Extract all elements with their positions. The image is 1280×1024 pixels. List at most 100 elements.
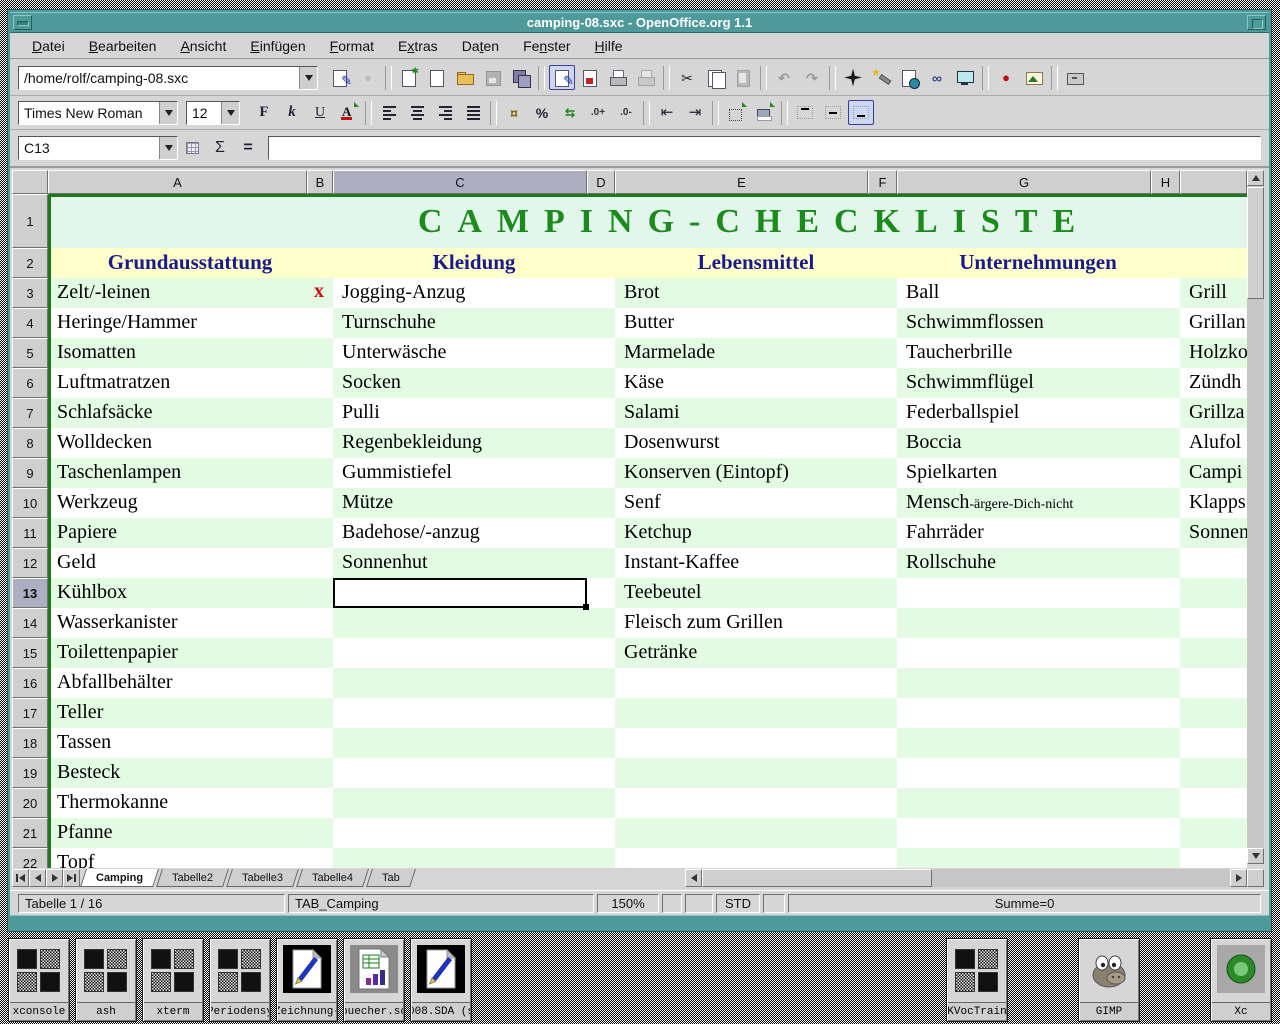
bold-button[interactable]: F — [251, 100, 277, 125]
cell-E22[interactable] — [615, 848, 897, 868]
status-insert-mode[interactable]: STD — [716, 894, 760, 913]
cell-E18[interactable] — [615, 728, 897, 758]
row-header-14[interactable]: 14 — [12, 608, 48, 638]
desktop-icon-xc[interactable]: Xc — [1210, 938, 1272, 1022]
function-wizard-button[interactable] — [179, 136, 205, 161]
cell-C16[interactable] — [333, 668, 615, 698]
vertical-scrollbar[interactable] — [1247, 170, 1264, 864]
cell-I20[interactable] — [1180, 788, 1247, 818]
edit-file-button[interactable] — [549, 65, 575, 90]
row-header-20[interactable]: 20 — [12, 788, 48, 818]
cell-G18[interactable] — [897, 728, 1180, 758]
delete-decimal-place-button[interactable]: .0- — [613, 100, 639, 125]
cell-I12[interactable] — [1180, 548, 1247, 578]
column-header-G[interactable]: G — [897, 170, 1151, 194]
cell-C8[interactable]: Regenbekleidung — [333, 428, 615, 458]
cell-G14[interactable] — [897, 608, 1180, 638]
cell-G6[interactable]: Schwimmflügel — [897, 368, 1180, 398]
desktop-icon-xterm[interactable]: xterm — [142, 938, 204, 1022]
underline-button[interactable]: U — [307, 100, 333, 125]
sheet-tab-tabelle4[interactable]: Tabelle4 — [296, 869, 369, 887]
menu-item-hilfe[interactable]: Hilfe — [583, 35, 635, 57]
row-header-1[interactable]: 1 — [12, 194, 48, 248]
number-format-percent-button[interactable]: % — [529, 100, 555, 125]
desktop-icon-xconsole[interactable]: xconsole — [8, 938, 70, 1022]
sheet-tab-camping[interactable]: Camping — [80, 869, 159, 887]
menu-item-datei[interactable]: Datei — [20, 35, 77, 57]
cell-I16[interactable] — [1180, 668, 1247, 698]
column-header-partial[interactable] — [1180, 170, 1247, 194]
gallery-button[interactable] — [1021, 65, 1047, 90]
window-menu-icon[interactable] — [13, 15, 32, 30]
data-sources-button[interactable] — [1062, 65, 1088, 90]
edit-document-button[interactable] — [327, 65, 353, 90]
cell-G10[interactable]: Mensch-ärgere-Dich-nicht — [897, 488, 1180, 518]
cell-A18[interactable]: Tassen — [48, 728, 333, 758]
selected-cell-C13[interactable] — [333, 578, 587, 608]
cell-I5[interactable]: Holzko — [1180, 338, 1247, 368]
sheet-nav-first-button[interactable] — [12, 869, 29, 887]
cell-A14[interactable]: Wasserkanister — [48, 608, 333, 638]
menu-item-daten[interactable]: Daten — [450, 35, 511, 57]
cell-C21[interactable] — [333, 818, 615, 848]
row-header-7[interactable]: 7 — [12, 398, 48, 428]
row-header-13[interactable]: 13 — [12, 578, 48, 608]
font-name-dropdown-icon[interactable] — [159, 102, 177, 124]
cell-G20[interactable] — [897, 788, 1180, 818]
url-combobox[interactable]: /home/rolf/camping-08.sxc — [18, 66, 318, 90]
spreadsheet-grid[interactable]: ABCDEFGH12345678910111213141516171819202… — [12, 170, 1264, 868]
desktop-icon-buecher-sc[interactable]: buecher.sc — [343, 938, 405, 1022]
stop-loading-button[interactable]: ● — [355, 65, 381, 90]
cell-C22[interactable] — [333, 848, 615, 868]
cell-A12[interactable]: Geld — [48, 548, 333, 578]
print-document-button[interactable] — [605, 65, 631, 90]
status-zoom-level[interactable]: 150% — [597, 894, 659, 913]
menu-item-ansicht[interactable]: Ansicht — [168, 35, 238, 57]
cell-G16[interactable] — [897, 668, 1180, 698]
cell-C19[interactable] — [333, 758, 615, 788]
sheet-nav-last-button[interactable] — [63, 869, 80, 887]
cell-I22[interactable] — [1180, 848, 1247, 868]
record-changes-button[interactable]: ● — [993, 65, 1019, 90]
desktop-icon-kvoctrain[interactable]: KVocTrain — [946, 938, 1008, 1022]
function-button[interactable]: = — [235, 136, 261, 161]
cell-I13[interactable] — [1180, 578, 1247, 608]
cell-A4[interactable]: Heringe/Hammer — [48, 308, 333, 338]
cell-I9[interactable]: Campi — [1180, 458, 1247, 488]
undo-button[interactable]: ↶ — [771, 65, 797, 90]
column-header-B[interactable]: B — [307, 170, 333, 194]
cell-A7[interactable]: Schlafsäcke — [48, 398, 333, 428]
paste-button[interactable] — [730, 65, 756, 90]
sum-button[interactable]: Σ — [207, 136, 233, 161]
column-header-H[interactable]: H — [1151, 170, 1180, 194]
save-as-button[interactable] — [508, 65, 534, 90]
cell-G8[interactable]: Boccia — [897, 428, 1180, 458]
cell-I4[interactable]: Grillan — [1180, 308, 1247, 338]
cell-C12[interactable]: Sonnenhut — [333, 548, 615, 578]
borders-button[interactable] — [723, 100, 749, 125]
number-format-standard-button[interactable]: ⇆ — [557, 100, 583, 125]
desktop-icon-periodensy[interactable]: Periodensy — [209, 938, 271, 1022]
online-layout-button[interactable] — [952, 65, 978, 90]
cell-A21[interactable]: Pfanne — [48, 818, 333, 848]
maximize-icon[interactable] — [1247, 15, 1266, 30]
row-header-22[interactable]: 22 — [12, 848, 48, 868]
column-header-D[interactable]: D — [587, 170, 615, 194]
cell-E11[interactable]: Ketchup — [615, 518, 897, 548]
cell-G9[interactable]: Spielkarten — [897, 458, 1180, 488]
cell-E20[interactable] — [615, 788, 897, 818]
sheet-tab-tabelle3[interactable]: Tabelle3 — [226, 869, 299, 887]
row-header-9[interactable]: 9 — [12, 458, 48, 488]
cell-I8[interactable]: Alufol — [1180, 428, 1247, 458]
cell-E12[interactable]: Instant-Kaffee — [615, 548, 897, 578]
cell-E13[interactable]: Teebeutel — [615, 578, 897, 608]
desktop-icon-zeichnung-[interactable]: Zeichnung- — [276, 938, 338, 1022]
cell-C3[interactable]: Jogging-Anzug — [333, 278, 615, 308]
cell-G21[interactable] — [897, 818, 1180, 848]
page-preview-button[interactable] — [633, 65, 659, 90]
cell-G17[interactable] — [897, 698, 1180, 728]
add-decimal-place-button[interactable]: .0+ — [585, 100, 611, 125]
cell-G15[interactable] — [897, 638, 1180, 668]
row-header-6[interactable]: 6 — [12, 368, 48, 398]
row-header-15[interactable]: 15 — [12, 638, 48, 668]
